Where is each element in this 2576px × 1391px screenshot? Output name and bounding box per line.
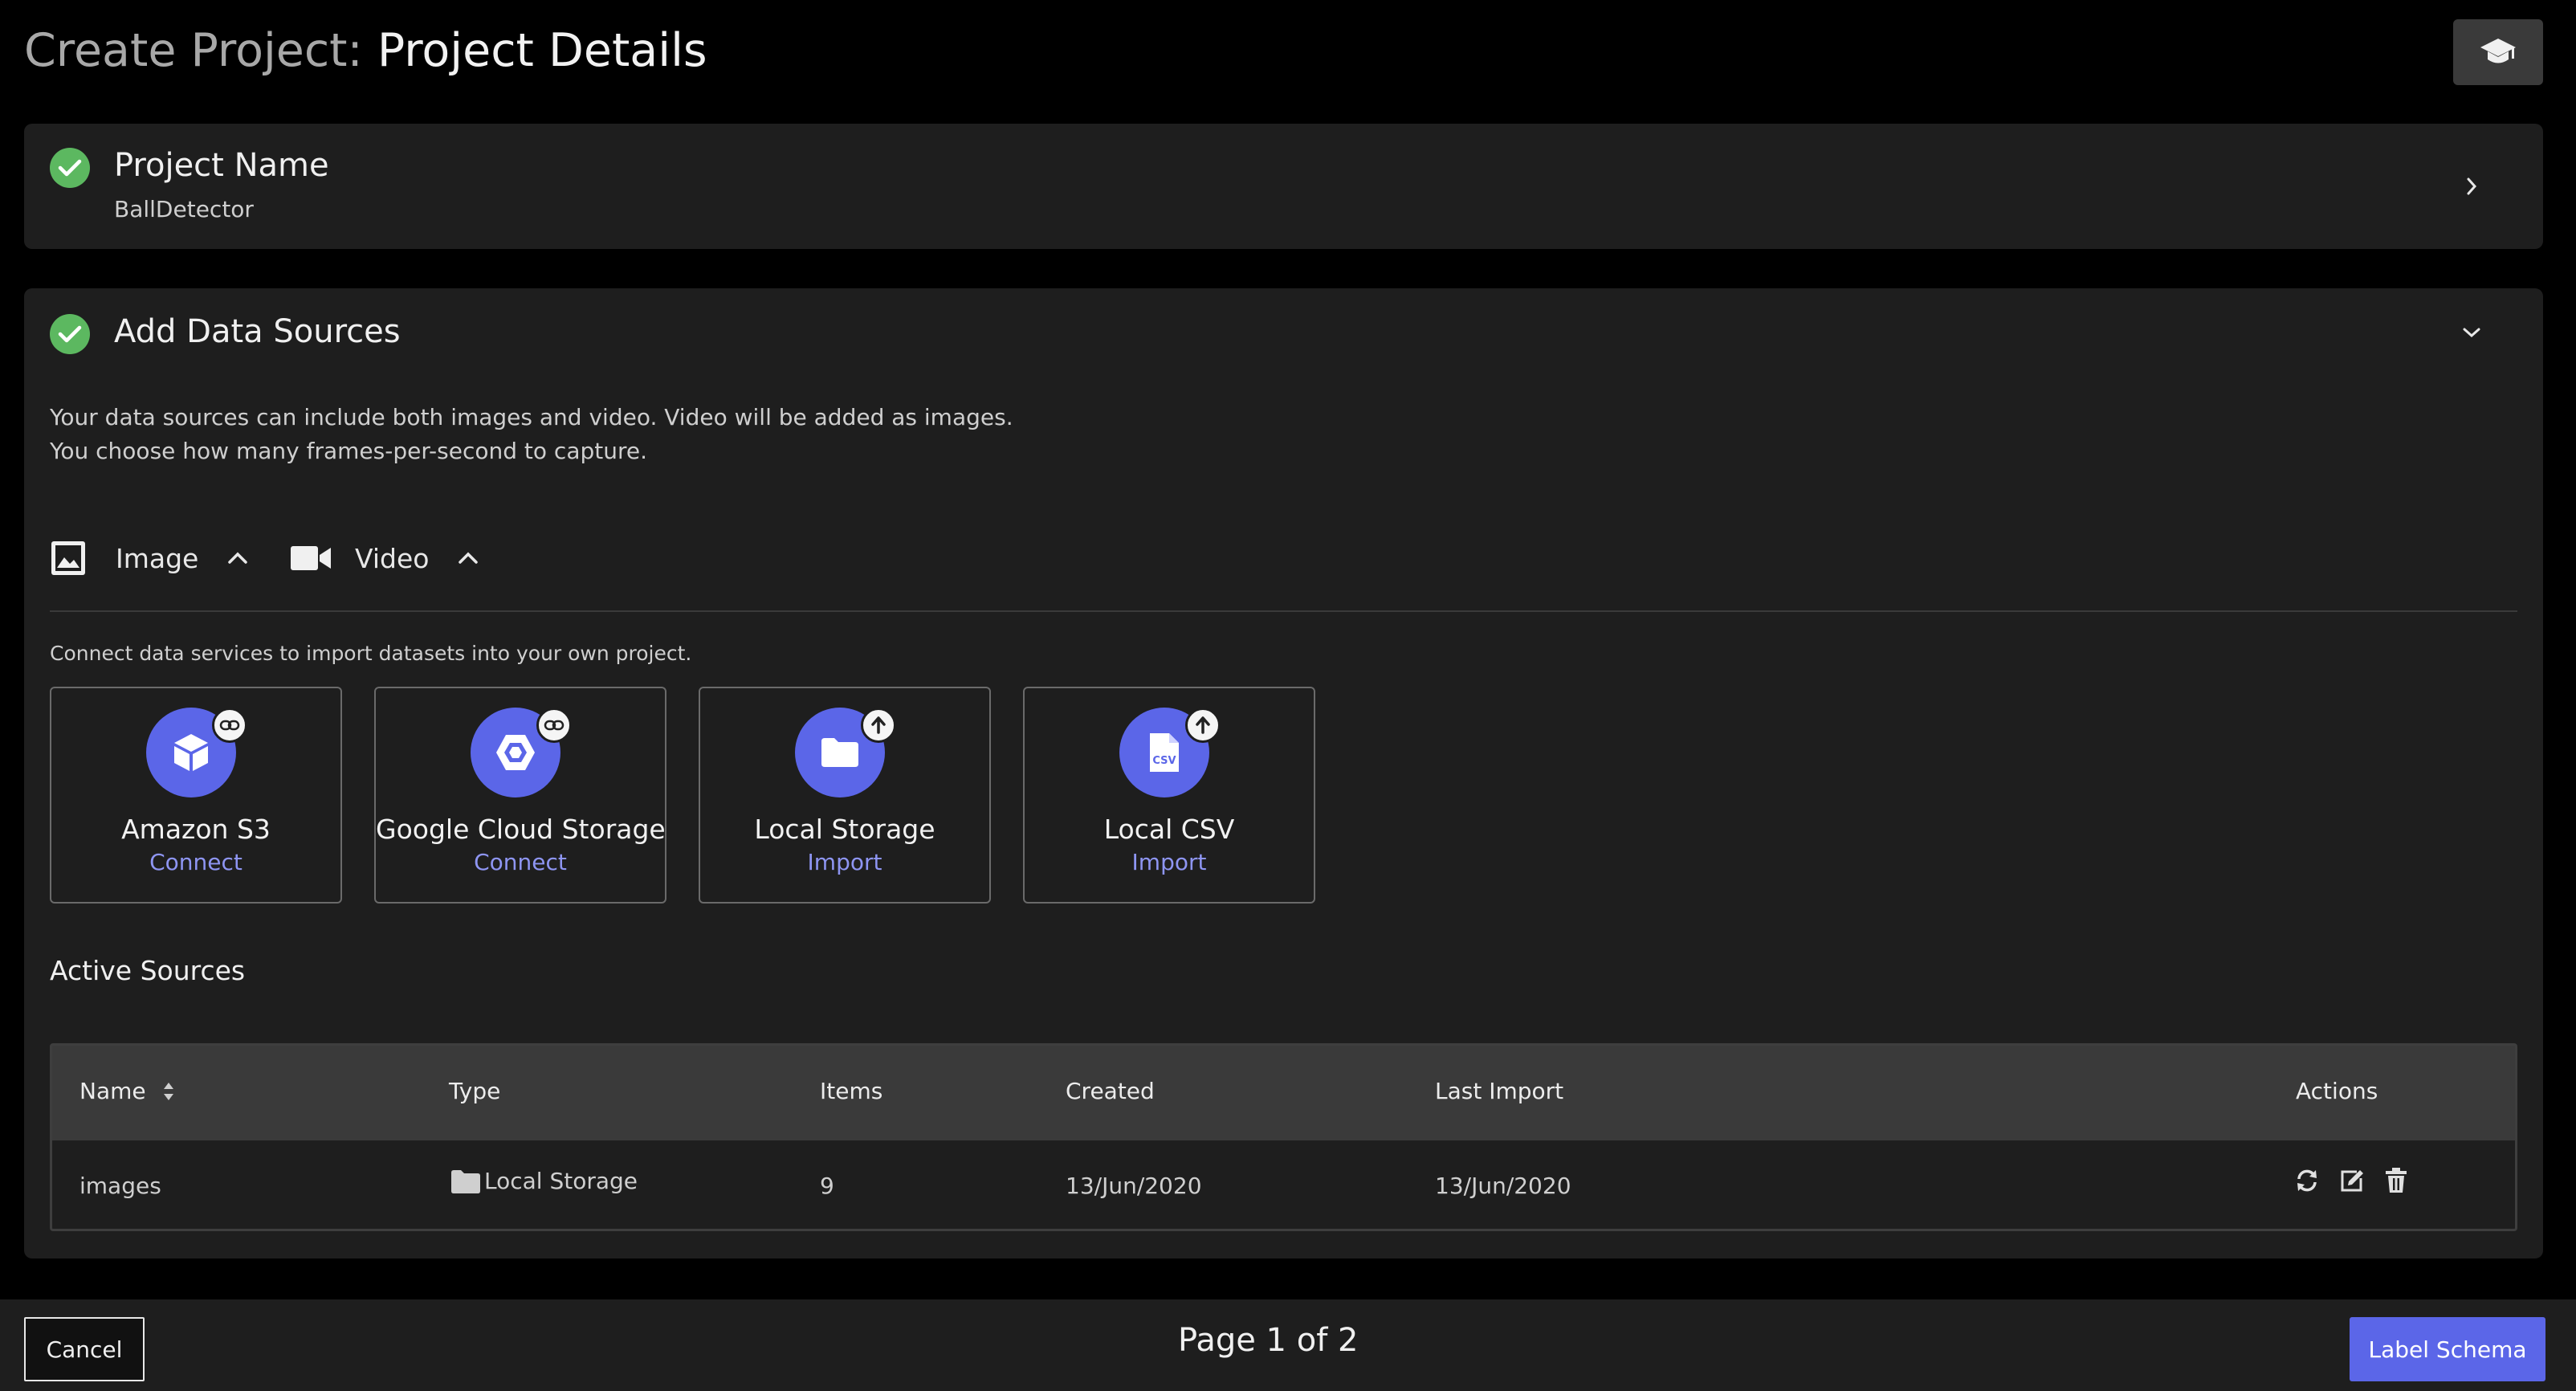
cell-actions: [2294, 1168, 2408, 1193]
trash-icon[interactable]: [2384, 1168, 2408, 1193]
svg-text:CSV: CSV: [1152, 755, 1176, 767]
page-title-prefix: Create Project:: [24, 24, 377, 77]
project-name-panel[interactable]: Project Name BallDetector: [24, 124, 2543, 249]
link-icon: [536, 708, 572, 743]
page-title: Create Project: Project Details: [24, 22, 707, 79]
service-connect-link[interactable]: Connect: [376, 849, 665, 875]
service-card-local-csv[interactable]: CSV Local CSV Import: [1023, 687, 1315, 904]
chevron-up-icon[interactable]: [227, 551, 248, 565]
chevron-down-icon[interactable]: [2460, 320, 2484, 345]
data-sources-description: Your data sources can include both image…: [50, 401, 1013, 468]
service-import-link[interactable]: Import: [1025, 849, 1314, 875]
check-circle-icon: [50, 148, 90, 188]
upload-arrow-icon: [1185, 708, 1221, 743]
chevron-up-icon[interactable]: [458, 551, 479, 565]
service-card-amazon-s3[interactable]: Amazon S3 Connect: [50, 687, 342, 904]
media-type-video[interactable]: Video: [291, 534, 479, 582]
data-sources-panel: Add Data Sources Your data sources can i…: [24, 288, 2543, 1258]
folder-icon: [451, 1169, 480, 1193]
label-schema-button[interactable]: Label Schema: [2350, 1317, 2545, 1381]
link-icon: [212, 708, 247, 743]
column-header-name[interactable]: Name: [79, 1078, 175, 1104]
cell-type: Local Storage: [450, 1168, 638, 1194]
edit-icon[interactable]: [2339, 1168, 2365, 1193]
graduation-cap-icon: [2480, 39, 2516, 63]
chevron-right-icon[interactable]: [2460, 174, 2484, 198]
service-card-google-cloud-storage[interactable]: Google Cloud Storage Connect: [374, 687, 666, 904]
page-title-main: Project Details: [377, 24, 707, 77]
cancel-button[interactable]: Cancel: [24, 1317, 145, 1381]
service-name: Google Cloud Storage: [376, 814, 666, 845]
project-name-title: Project Name: [114, 147, 329, 184]
active-sources-table: Name Type Items Created Last Import Acti…: [50, 1043, 2517, 1231]
data-sources-title: Add Data Sources: [114, 313, 401, 350]
active-sources-title: Active Sources: [50, 955, 246, 986]
image-icon: [51, 541, 85, 575]
service-name: Local Storage: [754, 814, 935, 845]
description-line-1: Your data sources can include both image…: [50, 404, 1013, 430]
service-name: Local CSV: [1103, 814, 1235, 845]
divider: [50, 610, 2517, 612]
service-connect-link[interactable]: Connect: [51, 849, 340, 875]
video-camera-icon: [291, 546, 331, 570]
column-header-created: Created: [1066, 1078, 1155, 1104]
upload-arrow-icon: [861, 708, 896, 743]
column-header-items: Items: [820, 1078, 883, 1104]
service-name: Amazon S3: [121, 814, 271, 845]
column-header-type: Type: [449, 1078, 501, 1104]
media-type-image-label: Image: [116, 542, 199, 574]
refresh-icon[interactable]: [2294, 1168, 2320, 1193]
project-name-value: BallDetector: [114, 196, 254, 222]
cell-created: 13/Jun/2020: [1066, 1173, 1202, 1199]
media-type-video-label: Video: [355, 542, 430, 574]
cell-name: images: [79, 1173, 161, 1199]
service-card-local-storage[interactable]: Local Storage Import: [699, 687, 991, 904]
sort-icon[interactable]: [162, 1081, 175, 1102]
page-header: Create Project: Project Details: [0, 0, 2576, 112]
column-header-actions: Actions: [2296, 1078, 2378, 1104]
media-type-toggles: Image Video: [50, 526, 532, 590]
service-import-link[interactable]: Import: [700, 849, 989, 875]
connect-services-text: Connect data services to import datasets…: [50, 642, 692, 665]
help-button[interactable]: [2453, 19, 2543, 85]
media-type-image[interactable]: Image: [50, 534, 248, 582]
column-header-name-label: Name: [79, 1078, 146, 1104]
cell-type-label: Local Storage: [484, 1168, 638, 1194]
page-indicator: Page 1 of 2: [1178, 1322, 1359, 1359]
cell-items: 9: [820, 1173, 834, 1199]
table-header: Name Type Items Created Last Import Acti…: [52, 1046, 2515, 1140]
footer-bar: Cancel Page 1 of 2 Label Schema: [0, 1299, 2576, 1391]
column-header-last-import: Last Import: [1435, 1078, 1564, 1104]
cell-last-import: 13/Jun/2020: [1435, 1173, 1571, 1199]
description-line-2: You choose how many frames-per-second to…: [50, 438, 647, 464]
check-circle-icon: [50, 314, 90, 354]
